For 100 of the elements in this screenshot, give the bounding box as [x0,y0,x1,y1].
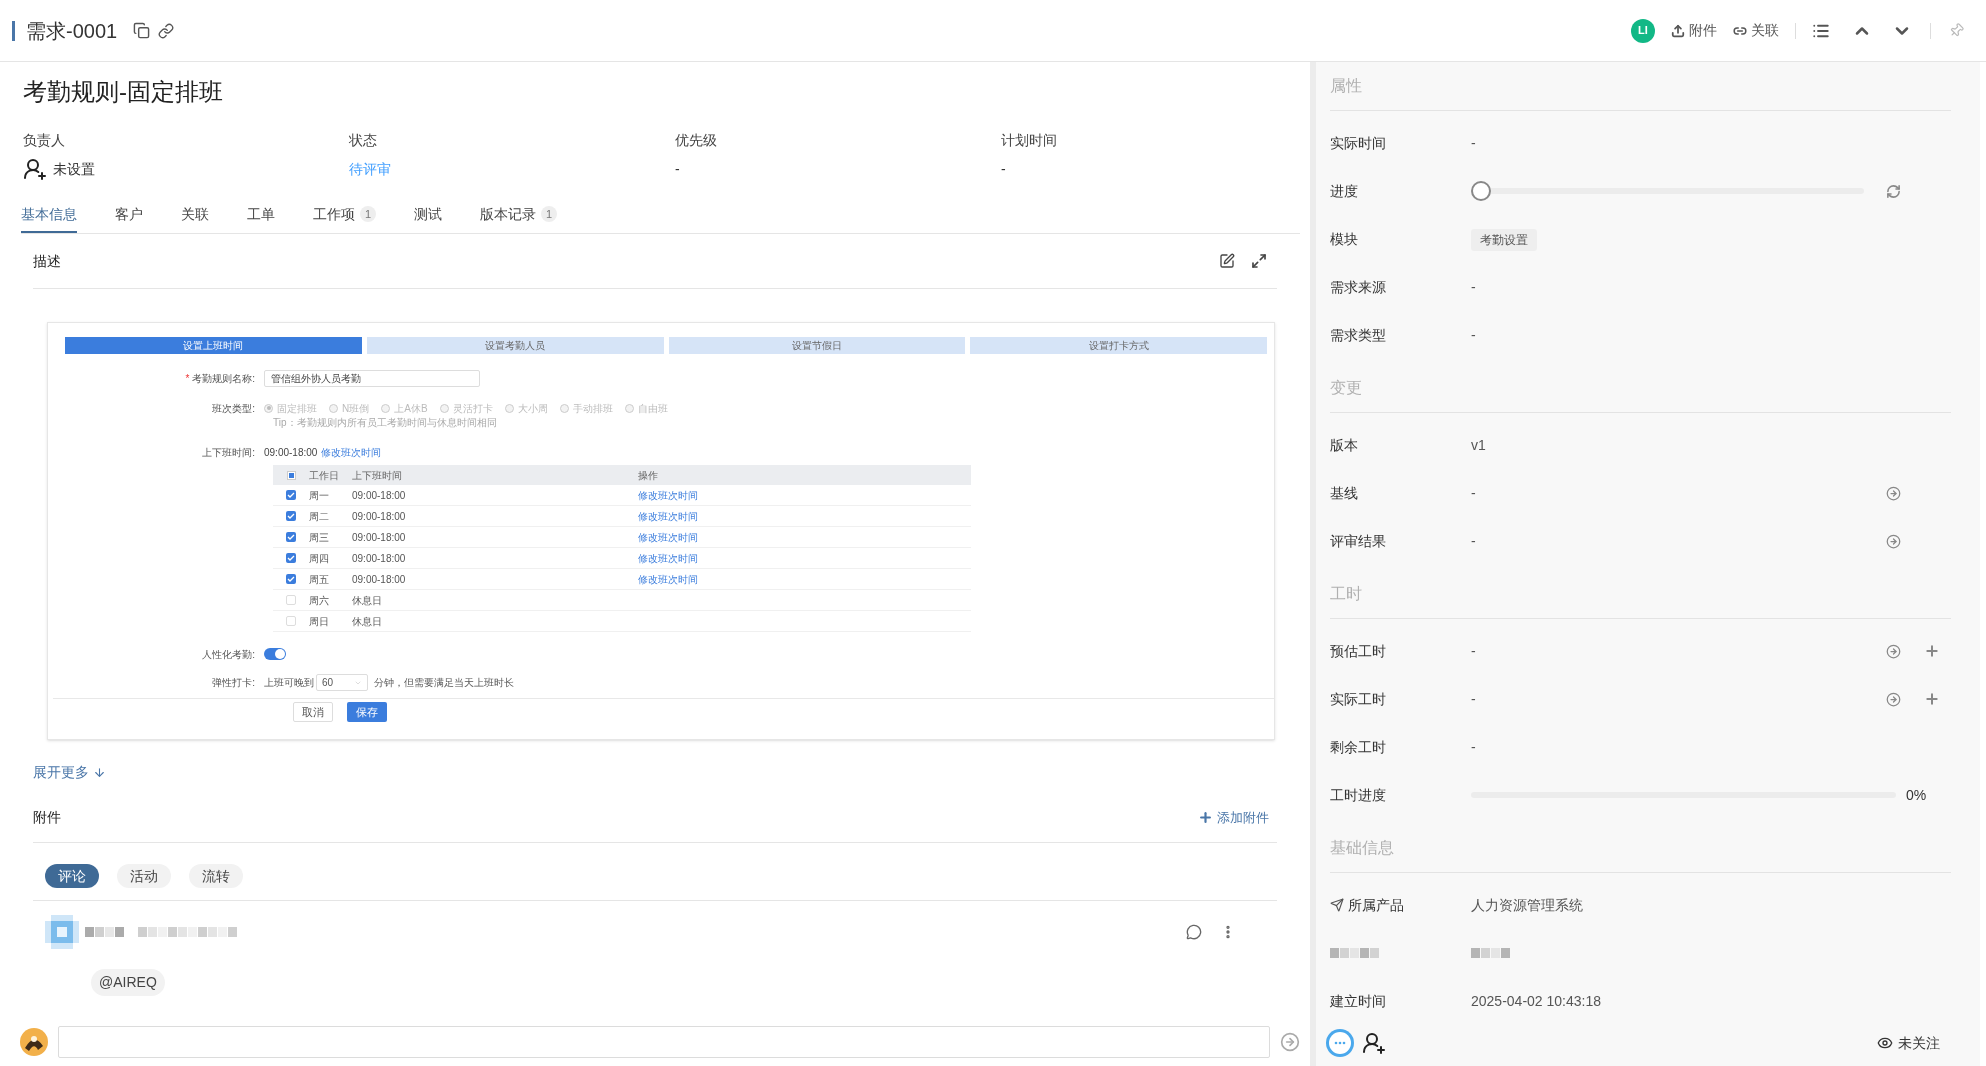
checkbox[interactable] [286,490,296,500]
checkbox[interactable] [286,532,296,542]
copy-icon[interactable] [133,22,151,39]
link-icon[interactable] [158,22,175,39]
detail-tab[interactable]: 工作项 1 [313,197,376,233]
property-value: - [1471,327,1476,343]
follow-button[interactable]: 未关注 [1877,1032,1940,1054]
property-label: 实际时间 [1330,133,1386,153]
table-cell-text: 周四 [309,551,330,566]
add-attachment-button[interactable]: 添加附件 [1198,807,1269,828]
property-value: - [1471,691,1476,707]
detail-tab[interactable]: 工单 [247,197,275,233]
eye-icon [1877,1035,1893,1051]
item-id: 需求-0001 [26,18,118,44]
progress-reading: 0% [1906,785,1927,805]
redacted-name [85,925,124,939]
property-label: 所属产品 [1348,895,1404,915]
edit-shift-link[interactable]: 修改班次时间 [321,444,382,460]
field-label: 状态 [349,131,378,150]
field-label: 负责人 [23,131,66,150]
comment-input[interactable] [58,1026,1270,1058]
property-value: 2025-04-02 10:43:18 [1471,993,1601,1009]
detail-tab[interactable]: 关联 [181,197,209,233]
property-label: 需求类型 [1330,325,1386,345]
check-icon [287,554,295,562]
property-label: 模块 [1330,229,1358,249]
arrow-circle-icon[interactable] [1886,485,1901,501]
property-label: 评审结果 [1330,531,1386,551]
redacted-avatar [45,915,79,949]
detail-tab[interactable]: 测试 [414,197,442,233]
save-button[interactable]: 保存 [347,702,387,722]
activity-tab[interactable]: 评论 [45,864,99,888]
expand-more-link[interactable]: 展开更多 [33,762,1310,782]
check-icon [287,512,295,520]
arrow-circle-icon[interactable] [1886,691,1901,707]
plus-icon[interactable] [1924,643,1940,659]
cancel-button[interactable]: 取消 [293,702,333,722]
send-icon[interactable] [1280,1032,1300,1052]
table-cell-text: 09:00-18:00 [352,551,407,566]
edit-icon[interactable] [1219,253,1235,269]
relate-button[interactable]: 关联 [1733,20,1779,41]
section-title: 附件 [33,808,61,827]
field-value[interactable]: 待评审 [349,158,391,180]
checkbox[interactable] [286,574,296,584]
attach-button[interactable]: 附件 [1671,20,1717,41]
edit-shift-link[interactable]: 修改班次时间 [638,529,698,545]
reply-icon[interactable] [1186,924,1202,940]
form-label: * 考勤规则名称: [185,373,255,384]
detail-tab[interactable]: 版本记录 1 [480,197,557,233]
module-tag[interactable]: 考勤设置 [1471,229,1537,251]
checkbox[interactable] [286,616,296,626]
section-heading: 基础信息 [1330,838,1394,858]
property-label: 基线 [1330,483,1358,503]
table-cell-text: 09:00-18:00 [352,530,407,545]
minutes-select[interactable]: 60 [316,674,368,691]
edit-shift-link[interactable]: 修改班次时间 [638,508,698,524]
chat-button[interactable] [1326,1029,1354,1057]
property-label: 进度 [1330,181,1358,201]
step-tab[interactable]: 设置节假日 [668,337,966,354]
table-cell-text: 休息日 [352,614,383,629]
section-heading: 属性 [1330,76,1362,96]
paper-plane-icon [1330,898,1344,912]
detail-tab[interactable]: 基本信息 [21,197,77,233]
edit-shift-link[interactable]: 修改班次时间 [638,571,698,587]
plus-icon[interactable] [1924,691,1940,707]
rule-name-field[interactable]: 管信组外协人员考勤 [264,370,480,387]
field-value[interactable]: 未设置 [53,158,95,180]
arrow-circle-icon[interactable] [1886,643,1901,659]
checkbox[interactable] [286,470,296,480]
toggle-switch[interactable] [264,648,286,660]
step-tab[interactable]: 设置上班时间 [65,337,362,354]
property-label: 工时进度 [1330,785,1386,805]
upload-icon [1671,23,1685,38]
step-tab[interactable]: 设置打卡方式 [970,337,1267,354]
edit-shift-link[interactable]: 修改班次时间 [638,550,698,566]
progress-slider[interactable] [1471,181,1864,201]
checkbox[interactable] [286,553,296,563]
table-cell-text: 周一 [309,488,330,503]
arrow-circle-icon[interactable] [1886,533,1901,549]
property-label: 预估工时 [1330,641,1386,661]
checkbox[interactable] [286,511,296,521]
check-icon [287,575,295,583]
add-user-icon[interactable] [1362,1031,1386,1055]
edit-shift-link[interactable]: 修改班次时间 [638,487,698,503]
detail-tab[interactable]: 客户 [115,197,143,233]
column-header: 工作日 [309,468,340,483]
form-text: 分钟，但需要满足当天上班时长 [374,676,514,690]
slider-thumb[interactable] [1471,181,1491,201]
table-cell-text: 周三 [309,530,330,545]
add-user-icon[interactable] [23,157,47,181]
activity-tab[interactable]: 流转 [189,864,243,888]
step-tab[interactable]: 设置考勤人员 [366,337,664,354]
expand-icon[interactable] [1251,253,1267,269]
column-header: 上下班时间 [352,468,403,483]
activity-tab[interactable]: 活动 [117,864,171,888]
property-label: 实际工时 [1330,689,1386,709]
property-label: 剩余工时 [1330,737,1386,757]
checkbox[interactable] [286,595,296,605]
avatar [20,1028,48,1056]
refresh-icon[interactable] [1886,183,1901,199]
